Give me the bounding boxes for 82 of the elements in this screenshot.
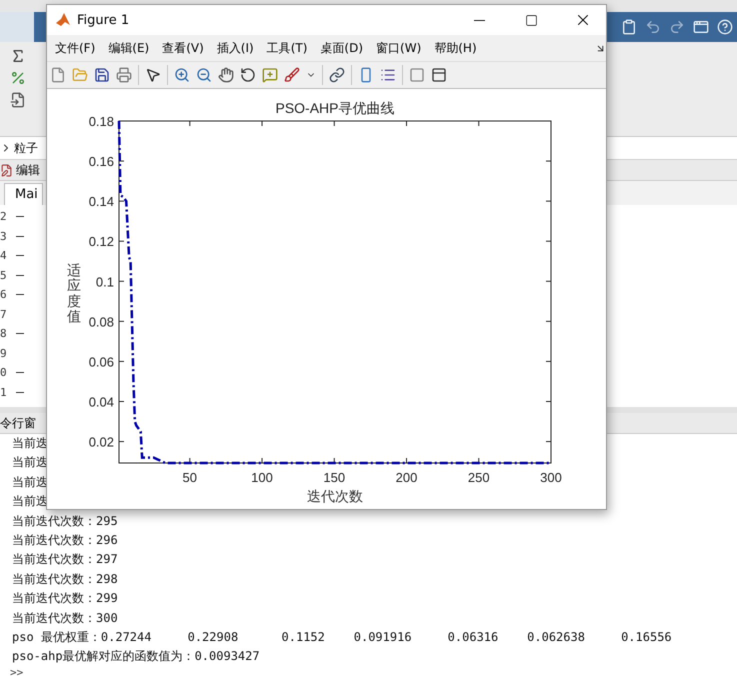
new-file-icon[interactable] — [50, 67, 66, 83]
y-tick-label: 0.08 — [88, 314, 114, 330]
line-number: 2 — [0, 210, 8, 224]
breakpoint-dash[interactable] — [16, 333, 24, 334]
x-tick-label: 300 — [540, 470, 562, 485]
breakpoint-dash[interactable] — [16, 255, 24, 256]
menu-item[interactable]: 窗口(W) — [372, 40, 430, 56]
y-tick-label: 0.04 — [88, 394, 114, 410]
menu-item[interactable]: 查看(V) — [158, 40, 213, 56]
line-number: 9 — [0, 346, 8, 360]
menu-item[interactable]: 帮助(H) — [430, 40, 486, 56]
folder-path[interactable]: 粒子 — [14, 140, 38, 156]
x-tick-label: 150 — [323, 470, 346, 485]
line-number: 0 — [0, 366, 8, 380]
brush-icon[interactable] — [284, 67, 300, 83]
line-number: 6 — [0, 288, 8, 302]
breakpoint-dash[interactable] — [16, 372, 24, 374]
y-axis-label: 适应度值 — [67, 264, 81, 326]
x-tick-label: 100 — [251, 470, 273, 485]
maximize-icon — [524, 14, 538, 26]
x-tick-label: 200 — [396, 470, 418, 485]
zoom-in-icon[interactable] — [174, 67, 190, 83]
y-tick-label: 0.16 — [88, 154, 114, 170]
y-tick-label: 0.14 — [88, 194, 114, 210]
import-icon[interactable] — [10, 92, 26, 108]
line-number: 7 — [0, 308, 8, 321]
command-output: 当前迭代次数：299 — [12, 590, 118, 608]
window-icon[interactable] — [693, 19, 709, 35]
window-title: Figure 1 — [77, 12, 130, 28]
hand-icon[interactable] — [218, 67, 234, 83]
editor-icon — [0, 164, 13, 176]
zoom-out-icon[interactable] — [196, 67, 212, 83]
percent-icon[interactable] — [10, 70, 26, 86]
data-cursor-icon[interactable] — [262, 67, 278, 83]
command-output: 当前迭代次数：298 — [12, 570, 118, 588]
line-number: 8 — [0, 327, 8, 340]
pointer-icon[interactable] — [145, 67, 161, 83]
file-tab[interactable]: Mai — [4, 183, 43, 205]
undo-icon[interactable] — [645, 19, 661, 35]
menu-item[interactable]: 插入(I) — [212, 40, 263, 56]
line-number: 5 — [0, 268, 8, 282]
redo-icon[interactable] — [669, 19, 685, 35]
line-number: 3 — [0, 230, 8, 243]
print-icon[interactable] — [116, 67, 132, 83]
legend-icon[interactable] — [380, 67, 396, 83]
command-output: 当前迭代次数：300 — [12, 610, 118, 627]
x-tick-label: 250 — [468, 470, 490, 485]
breakpoint-dash[interactable] — [16, 236, 24, 237]
y-tick-label: 0.02 — [88, 434, 114, 450]
square-icon[interactable] — [409, 67, 425, 83]
menu-item[interactable]: 文件(F) — [51, 40, 104, 56]
breakpoint-dash[interactable] — [16, 274, 24, 276]
command-output: 当前迭代次数：297 — [12, 551, 118, 568]
breakpoint-dash[interactable] — [16, 392, 24, 393]
menu-item[interactable]: 编辑(E) — [104, 40, 158, 56]
menu-item[interactable]: 工具(T) — [262, 40, 316, 56]
command-output: pso 最优权重：0.27244 0.22908 0.1152 0.091916 0.06316 0.062638 0.16556 — [12, 628, 672, 646]
command-output: pso-ahp最优解对应的函数值为：0.0093427 — [12, 648, 260, 666]
breakpoint-dash[interactable] — [16, 294, 24, 296]
x-axis-label: 迭代次数 — [307, 488, 363, 504]
panel-icon[interactable] — [431, 67, 447, 83]
command-output: 当前迭代次数：295 — [12, 512, 118, 530]
breakpoint-dash[interactable] — [16, 216, 24, 218]
command-window-title: 令行窗 — [0, 414, 36, 432]
y-tick-label: 0.06 — [88, 354, 114, 370]
rotate-icon[interactable] — [240, 67, 256, 83]
command-prompt[interactable]: >> — [10, 666, 24, 678]
menu-item[interactable]: 桌面(D) — [316, 40, 372, 56]
y-tick-label: 0.1 — [96, 274, 114, 290]
editor-title: 编辑 — [16, 162, 40, 178]
dock-icon[interactable] — [595, 42, 606, 54]
line-number: 4 — [0, 249, 8, 262]
paste-icon[interactable] — [621, 19, 637, 35]
chart-title: PSO-AHP寻优曲线 — [276, 100, 394, 116]
help-icon[interactable] — [717, 19, 733, 35]
line-number: 1 — [0, 386, 8, 399]
save-icon[interactable] — [94, 67, 110, 83]
x-tick-label: 50 — [182, 470, 198, 485]
command-output: 当前迭代次数：296 — [12, 532, 118, 549]
link-icon[interactable] — [329, 67, 345, 83]
y-tick-label: 0.12 — [88, 234, 114, 250]
y-tick-label: 0.18 — [88, 114, 114, 129]
